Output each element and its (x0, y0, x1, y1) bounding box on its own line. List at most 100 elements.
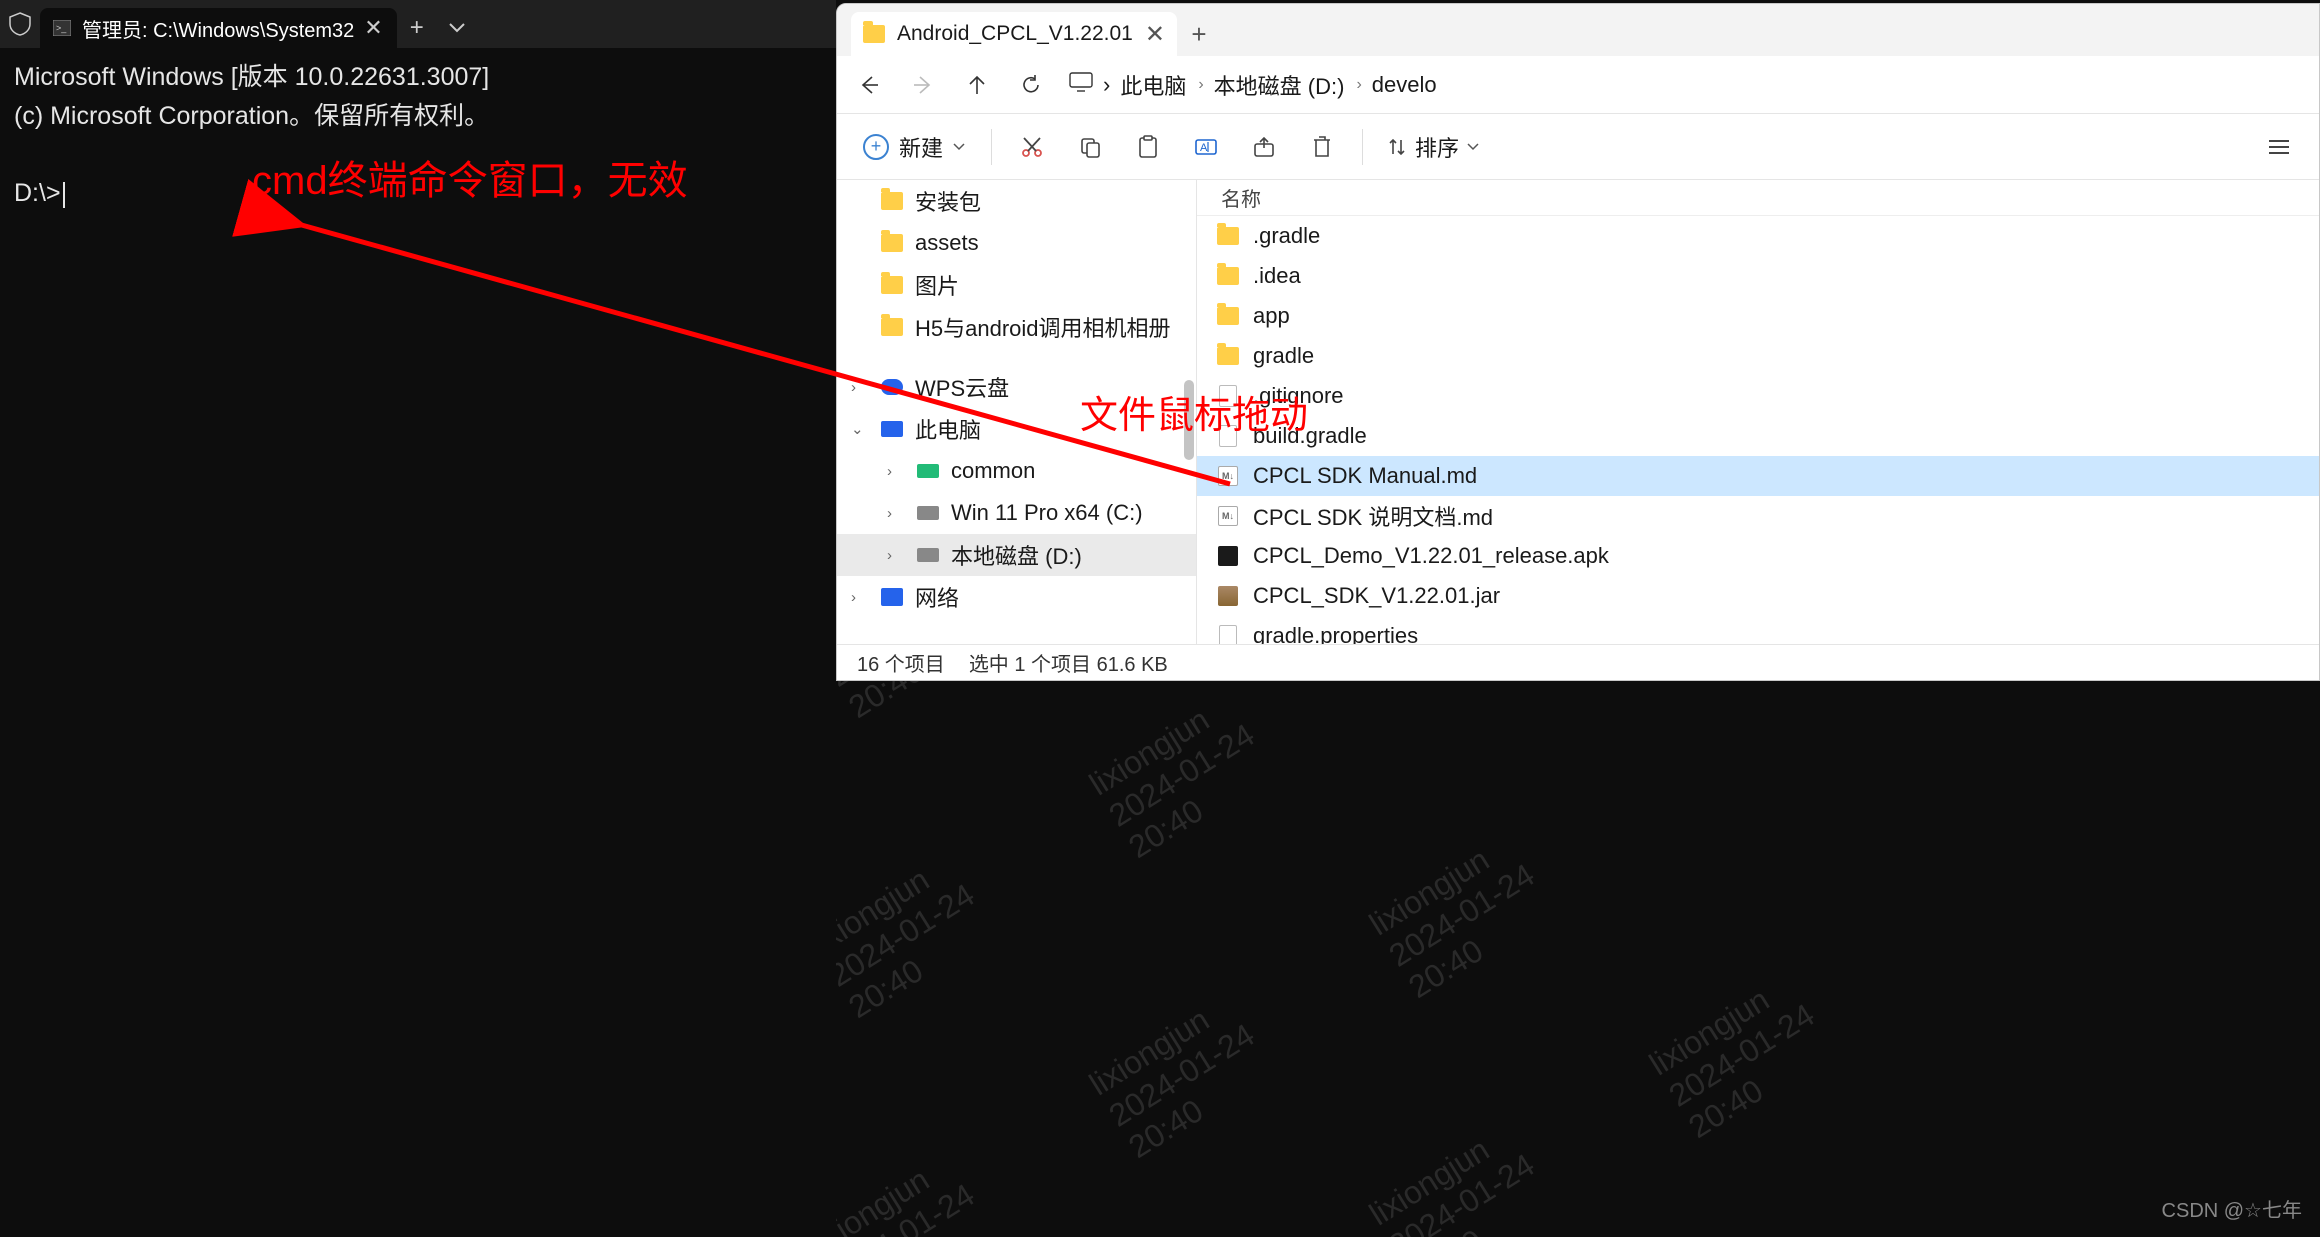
file-name: .idea (1253, 263, 1301, 289)
sidebar-item[interactable]: 图片 (837, 264, 1196, 306)
explorer-toolbar: + 新建 A 排序 (837, 114, 2319, 180)
folder-icon (863, 25, 885, 43)
plus-icon: + (863, 134, 889, 160)
refresh-button[interactable] (1005, 59, 1057, 111)
copy-button[interactable] (1064, 121, 1116, 173)
file-row[interactable]: M↓ CPCL SDK Manual.md (1197, 456, 2319, 496)
file-row[interactable]: app (1197, 296, 2319, 336)
annotation-cmd: cmd终端命令窗口，无效 (252, 148, 688, 206)
cmd-icon: >_ (52, 18, 72, 38)
network-icon (881, 588, 903, 606)
sort-button[interactable]: 排序 (1377, 131, 1489, 163)
file-name: gradle (1253, 343, 1314, 369)
close-icon[interactable]: ✕ (364, 15, 382, 41)
file-icon (1217, 585, 1239, 607)
cut-button[interactable] (1006, 121, 1058, 173)
back-button[interactable] (843, 59, 895, 111)
svg-text:>_: >_ (56, 23, 67, 33)
file-row[interactable]: gradle (1197, 336, 2319, 376)
file-name: app (1253, 303, 1290, 329)
file-icon (1217, 545, 1239, 567)
file-row[interactable]: M↓ CPCL SDK 说明文档.md (1197, 496, 2319, 536)
sidebar-item[interactable]: H5与android调用相机相册 (837, 306, 1196, 348)
rename-button[interactable]: A (1180, 121, 1232, 173)
breadcrumb-item[interactable]: develo (1372, 72, 1437, 98)
forward-button[interactable] (897, 59, 949, 111)
terminal-tabbar: >_ 管理员: C:\Windows\System32 ✕ + (0, 0, 836, 48)
file-name: CPCL_SDK_V1.22.01.jar (1253, 583, 1500, 609)
terminal-line: (c) Microsoft Corporation。保留所有权利。 (14, 102, 489, 130)
new-button[interactable]: + 新建 (851, 125, 977, 169)
file-icon (1217, 225, 1239, 247)
file-name: CPCL_Demo_V1.22.01_release.apk (1253, 543, 1609, 569)
drive-icon (917, 548, 939, 562)
drive-icon (917, 506, 939, 520)
close-icon[interactable]: ✕ (1145, 20, 1165, 49)
chevron-down-icon: ⌄ (851, 420, 864, 438)
file-list: 名称 .gradle .idea app gradle .gitignorebuild.… (1197, 180, 2319, 644)
shield-icon (0, 0, 40, 48)
chevron-right-icon: › (851, 379, 856, 396)
status-count: 16 个项目 (857, 648, 945, 677)
chevron-right-icon: › (1103, 72, 1110, 98)
file-row[interactable]: gradle.properties (1197, 616, 2319, 644)
cloud-icon (881, 379, 903, 395)
terminal-tab-title: 管理员: C:\Windows\System32 (82, 14, 354, 43)
terminal-prompt: D:\> (14, 179, 61, 207)
file-icon (1217, 305, 1239, 327)
pc-icon (1069, 72, 1093, 98)
delete-button[interactable] (1296, 121, 1348, 173)
paste-button[interactable] (1122, 121, 1174, 173)
explorer-tabbar: Android_CPCL_V1.22.01 ✕ + (837, 4, 2319, 56)
share-button[interactable] (1238, 121, 1290, 173)
file-row[interactable]: .gitignore (1197, 376, 2319, 416)
file-name: CPCL SDK 说明文档.md (1253, 500, 1493, 532)
cursor (63, 182, 65, 208)
up-button[interactable] (951, 59, 1003, 111)
sidebar-item[interactable]: assets (837, 222, 1196, 264)
new-tab-button[interactable]: + (397, 8, 437, 48)
file-row[interactable]: CPCL_Demo_V1.22.01_release.apk (1197, 536, 2319, 576)
breadcrumb-item[interactable]: 本地磁盘 (D:)› (1214, 69, 1362, 101)
chevron-right-icon: › (851, 589, 856, 606)
sidebar-item-drive-selected[interactable]: ›本地磁盘 (D:) (837, 534, 1196, 576)
view-button[interactable] (2253, 121, 2305, 173)
status-bar: 16 个项目 选中 1 个项目 61.6 KB (837, 644, 2319, 680)
file-icon (1217, 345, 1239, 367)
file-row[interactable]: .idea (1197, 256, 2319, 296)
terminal-line: Microsoft Windows [版本 10.0.22631.3007] (14, 63, 489, 91)
terminal-tab[interactable]: >_ 管理员: C:\Windows\System32 ✕ (40, 8, 397, 48)
svg-text:A: A (1200, 142, 1208, 154)
new-tab-button[interactable]: + (1177, 12, 1221, 56)
csdn-watermark: CSDN @☆七年 (2162, 1194, 2302, 1223)
sidebar-item-network[interactable]: ›网络 (837, 576, 1196, 618)
explorer-tab-title: Android_CPCL_V1.22.01 (897, 22, 1133, 46)
file-row[interactable]: CPCL_SDK_V1.22.01.jar (1197, 576, 2319, 616)
file-icon (1217, 625, 1239, 644)
explorer-window: Android_CPCL_V1.22.01 ✕ + › 此电脑› 本地磁盘 (D… (836, 3, 2320, 681)
monitor-icon (881, 421, 903, 437)
file-icon: M↓ (1217, 505, 1239, 527)
breadcrumb-item[interactable]: 此电脑› (1120, 69, 1203, 101)
file-name: .gradle (1253, 223, 1320, 249)
drive-icon (917, 464, 939, 478)
sidebar-item[interactable]: 安装包 (837, 180, 1196, 222)
file-name: gradle.properties (1253, 623, 1418, 644)
breadcrumb: › 此电脑› 本地磁盘 (D:)› develo (1069, 69, 1437, 101)
file-row[interactable]: .gradle (1197, 216, 2319, 256)
sidebar-item-drive[interactable]: ›common (837, 450, 1196, 492)
chevron-right-icon: › (887, 463, 892, 480)
sidebar-item-drive[interactable]: ›Win 11 Pro x64 (C:) (837, 492, 1196, 534)
column-header[interactable]: 名称 (1197, 180, 2319, 216)
explorer-tab[interactable]: Android_CPCL_V1.22.01 ✕ (851, 12, 1177, 56)
chevron-right-icon: › (887, 547, 892, 564)
tab-dropdown-icon[interactable] (437, 8, 477, 48)
annotation-drag: 文件鼠标拖动 (1080, 384, 1308, 439)
explorer-navbar: › 此电脑› 本地磁盘 (D:)› develo (837, 56, 2319, 114)
status-selection: 选中 1 个项目 61.6 KB (969, 648, 1168, 677)
chevron-right-icon: › (887, 505, 892, 522)
file-name: CPCL SDK Manual.md (1253, 463, 1477, 489)
file-row[interactable]: build.gradle (1197, 416, 2319, 456)
file-icon: M↓ (1217, 465, 1239, 487)
file-icon (1217, 265, 1239, 287)
